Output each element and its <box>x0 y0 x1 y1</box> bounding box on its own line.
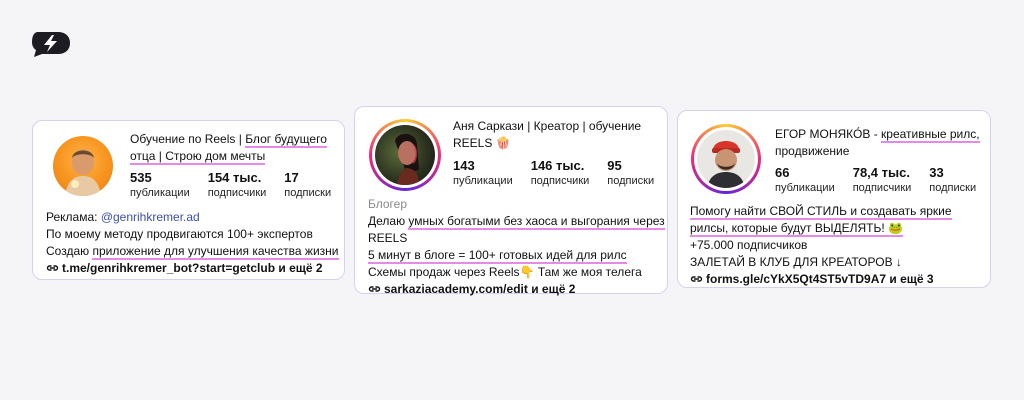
posts-count[interactable]: 143 публикации <box>453 157 513 189</box>
link-icon <box>690 276 703 282</box>
following-count[interactable]: 95 подписки <box>607 157 654 189</box>
following-count[interactable]: 33 подписки <box>929 164 976 196</box>
profile-name-highlight-2: отца | Строю дом мечты <box>130 149 266 165</box>
bio-link[interactable]: sarkaziacademy.com/edit и ещё 2 <box>368 281 665 298</box>
followers-count[interactable]: 146 тыс. подписчики <box>531 157 590 189</box>
profile-card-1[interactable]: Обучение по Reels | Блог будущего отца |… <box>32 120 345 280</box>
profile-card-2[interactable]: Аня Саркази | Креатор | обучение REELS 🍿… <box>354 106 668 296</box>
profile-name-text-2: продвижение <box>775 144 850 158</box>
bio-link[interactable]: forms.gle/cYkX5Qt4ST5vTD9A7 и ещё 3 <box>690 271 952 288</box>
story-ring[interactable] <box>369 119 441 191</box>
bio-line: +75.000 подписчиков <box>690 238 808 252</box>
bio-text: Создаю <box>46 244 93 258</box>
profile-name-text: Аня Саркази | Креатор | обучение <box>453 119 642 133</box>
following-count[interactable]: 17 подписки <box>284 169 331 201</box>
bio-highlight-2: 5 минут в блоге = 100+ готовых идей для … <box>368 248 627 264</box>
category-label: Блогер <box>368 197 408 211</box>
followers-count[interactable]: 78,4 тыс. подписчики <box>853 164 912 196</box>
bio-highlight-2: рилсы, которые будут ВЫДЕЛЯТЬ! 🐸 <box>690 221 903 237</box>
profile-name-text: ЕГОР МОНЯКО́В - <box>775 127 882 141</box>
profile-avatar[interactable] <box>697 130 755 188</box>
profile-name-text-2: REELS 🍿 <box>453 136 511 150</box>
story-ring[interactable] <box>691 124 761 194</box>
profile-name-highlight: креативные рилс, <box>881 127 980 143</box>
bio-highlight: умных богатыми без хаоса и выгорания чер… <box>408 214 665 230</box>
profile-avatar[interactable] <box>375 125 435 185</box>
bio-highlight: приложение для улучшения качества жизни <box>92 244 339 260</box>
bio-line-2: Схемы продаж через Reels👇 Там же моя тел… <box>368 265 642 279</box>
profile-card-3[interactable]: ЕГОР МОНЯКО́В - креативные рилс, продвиж… <box>677 110 991 288</box>
bio-line: REELS <box>368 231 408 245</box>
profile-name-text: Обучение по Reels | <box>130 132 246 146</box>
bio-link[interactable]: t.me/genrihkremer_bot?start=getclub и ещ… <box>46 260 339 277</box>
link-icon <box>46 265 59 271</box>
link-icon <box>368 286 381 292</box>
ad-label: Реклама: <box>46 210 101 224</box>
bio-text: Делаю <box>368 214 409 228</box>
posts-count[interactable]: 535 публикации <box>130 169 190 201</box>
brand-logo-icon <box>32 32 70 57</box>
profile-name-highlight: Блог будущего <box>245 132 327 148</box>
profile-avatar[interactable] <box>53 136 113 196</box>
ad-handle-link[interactable]: @genrihkremer.ad <box>101 210 200 224</box>
bio-highlight: Помогу найти СВОЙ СТИЛЬ и создавать ярки… <box>690 204 952 220</box>
posts-count[interactable]: 66 публикации <box>775 164 835 196</box>
bio-line-2: ЗАЛЕТАЙ В КЛУБ ДЛЯ КРЕАТОРОВ ↓ <box>690 255 902 269</box>
followers-count[interactable]: 154 тыс. подписчики <box>208 169 267 201</box>
bio-line: По моему методу продвигаются 100+ экспер… <box>46 227 313 241</box>
